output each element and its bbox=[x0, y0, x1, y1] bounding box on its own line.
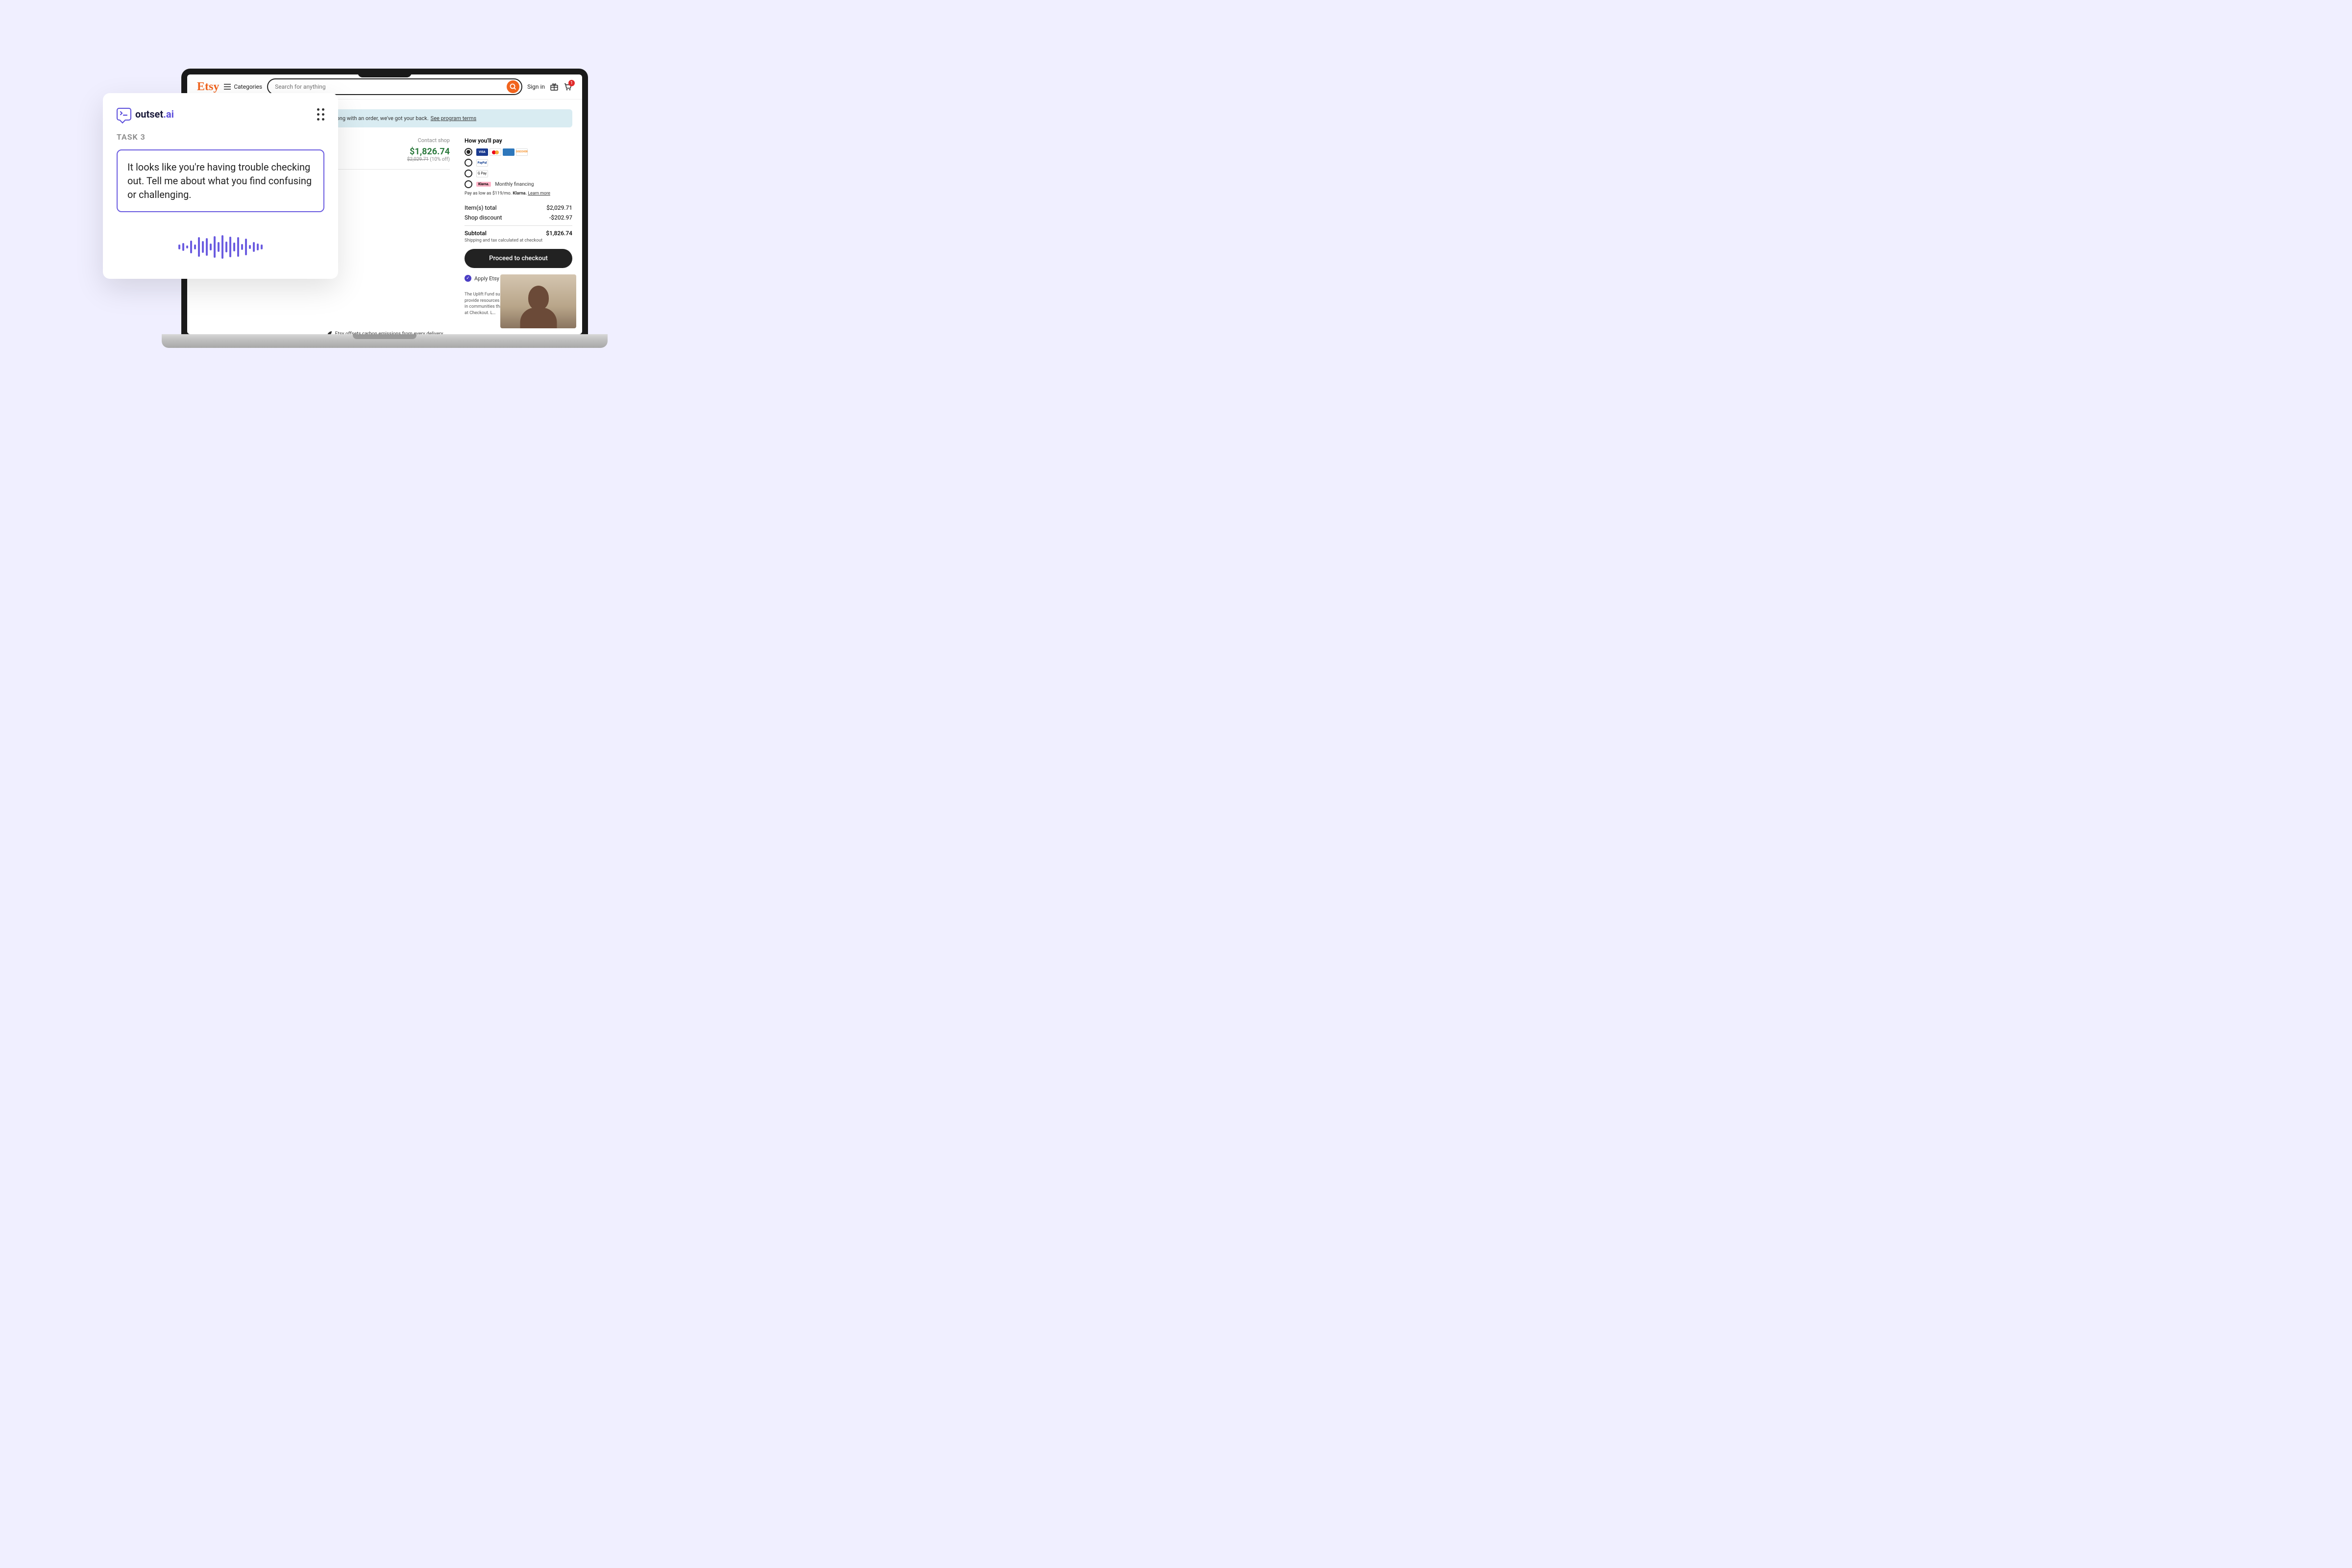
pay-option-paypal[interactable]: PayPal bbox=[465, 159, 572, 167]
klarna-icon: Klarna. bbox=[476, 182, 491, 187]
radio-selected[interactable] bbox=[465, 148, 472, 156]
item-price: $1,826.74 bbox=[407, 147, 450, 157]
search-button[interactable] bbox=[507, 80, 519, 93]
paypal-icon: PayPal bbox=[476, 159, 488, 167]
cart-icon[interactable]: 1 bbox=[564, 82, 572, 91]
contact-shop-link[interactable]: Contact shop bbox=[407, 137, 450, 144]
order-totals: Item(s) total$2,029.71 Shop discount-$20… bbox=[465, 203, 572, 243]
outset-logo: outset.ai bbox=[117, 108, 174, 121]
outset-logo-icon bbox=[117, 108, 131, 121]
etsy-logo[interactable]: Etsy bbox=[197, 80, 219, 94]
carbon-offset-note: Etsy offsets carbon emissions from every… bbox=[187, 331, 582, 334]
categories-label: Categories bbox=[234, 83, 262, 90]
discover-icon: DISCOVER bbox=[516, 148, 528, 156]
proceed-checkout-button[interactable]: Proceed to checkout bbox=[465, 249, 572, 268]
video-call-overlay[interactable] bbox=[500, 274, 576, 328]
amex-icon bbox=[503, 148, 514, 156]
search-input[interactable] bbox=[275, 83, 507, 90]
gift-icon[interactable] bbox=[550, 82, 559, 91]
audio-waveform-icon bbox=[117, 235, 324, 259]
pay-option-gpay[interactable]: G Pay bbox=[465, 170, 572, 177]
search-bar[interactable] bbox=[267, 78, 522, 95]
task-label: TASK 3 bbox=[117, 132, 324, 142]
drag-handle-icon[interactable] bbox=[317, 108, 324, 121]
task-prompt: It looks like you're having trouble chec… bbox=[117, 149, 324, 212]
participant-avatar bbox=[516, 282, 561, 328]
pay-option-cards[interactable]: VISA DISCOVER bbox=[465, 148, 572, 156]
shipping-note: Shipping and tax calculated at checkout bbox=[465, 238, 572, 243]
laptop-notch bbox=[358, 69, 412, 77]
mastercard-icon bbox=[490, 148, 501, 156]
klarna-learn-more-link[interactable]: Learn more bbox=[528, 191, 550, 196]
hamburger-icon bbox=[224, 84, 231, 90]
item-price-block: Contact shop $1,826.74 $2,029.71 (10% of… bbox=[407, 137, 450, 162]
laptop-base bbox=[162, 334, 608, 348]
visa-icon: VISA bbox=[476, 148, 488, 156]
outset-task-card[interactable]: outset.ai TASK 3 It looks like you're ha… bbox=[103, 93, 338, 279]
cart-badge: 1 bbox=[568, 80, 575, 86]
item-original-price: $2,029.71 (10% off) bbox=[407, 157, 450, 162]
search-icon bbox=[510, 83, 516, 90]
coupon-icon: ✓ bbox=[465, 275, 471, 282]
gpay-icon: G Pay bbox=[476, 170, 488, 177]
radio-unselected[interactable] bbox=[465, 180, 472, 188]
categories-menu[interactable]: Categories bbox=[224, 83, 262, 90]
subtotal-row: Subtotal$1,826.74 bbox=[465, 225, 572, 238]
radio-unselected[interactable] bbox=[465, 170, 472, 177]
pay-title: How you'll pay bbox=[465, 137, 572, 144]
signin-link[interactable]: Sign in bbox=[527, 83, 545, 90]
items-total-row: Item(s) total$2,029.71 bbox=[465, 203, 572, 213]
outset-wordmark: outset.ai bbox=[135, 108, 174, 120]
monthly-financing-label: Monthly financing bbox=[495, 182, 534, 187]
leaf-icon bbox=[326, 331, 332, 334]
shop-discount-row: Shop discount-$202.97 bbox=[465, 213, 572, 222]
payment-options: How you'll pay VISA DISCOVER bbox=[465, 137, 572, 196]
program-terms-link[interactable]: See program terms bbox=[431, 115, 477, 122]
pay-option-klarna[interactable]: Klarna. Monthly financing bbox=[465, 180, 572, 188]
outset-header: outset.ai bbox=[117, 108, 324, 121]
radio-unselected[interactable] bbox=[465, 159, 472, 167]
klarna-terms: Pay as low as $119/mo. Klarna. Learn mor… bbox=[465, 191, 572, 196]
card-logos: VISA DISCOVER bbox=[476, 148, 528, 156]
